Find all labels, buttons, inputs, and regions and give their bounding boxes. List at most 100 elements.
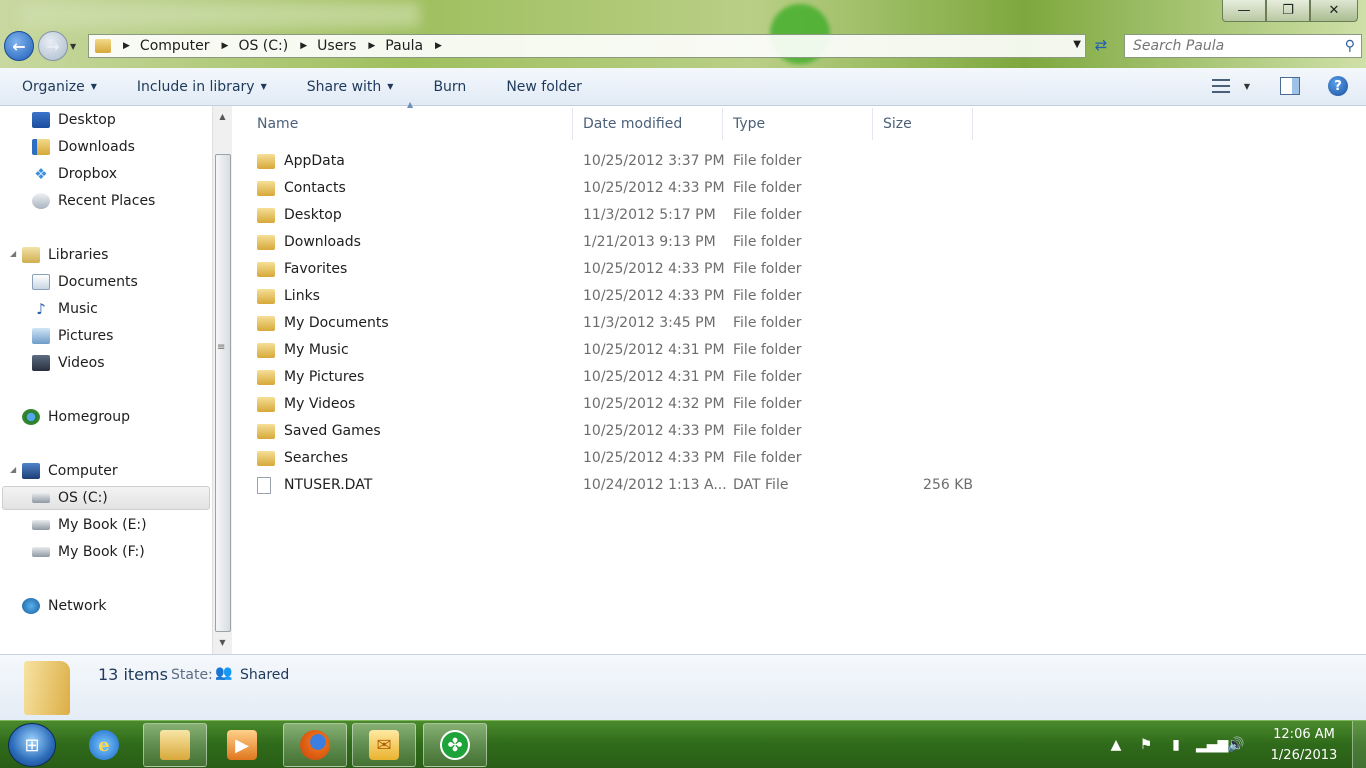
table-row[interactable]: My Videos 10/25/2012 4:32 PM File folder	[257, 391, 973, 417]
burn-button[interactable]: Burn	[411, 79, 484, 95]
file-name: Favorites	[284, 261, 348, 277]
back-button[interactable]: ←	[4, 31, 34, 61]
taskbar-windows-explorer[interactable]	[143, 723, 207, 767]
details-pane: 13 items State: 👥 Shared	[0, 654, 1366, 720]
table-row[interactable]: Desktop 11/3/2012 5:17 PM File folder	[257, 202, 973, 228]
navigation-pane: Desktop Downloads ❖ Dropbox Recent Places…	[0, 106, 232, 654]
folder-icon	[24, 661, 70, 715]
new-folder-button[interactable]: New folder	[484, 79, 600, 95]
start-button[interactable]: ⊞	[8, 723, 56, 767]
taskbar-outlook[interactable]: ✉	[352, 723, 416, 767]
search-input[interactable]	[1133, 38, 1333, 54]
column-header-type[interactable]: Type	[723, 108, 873, 140]
scroll-down-arrow-icon[interactable]: ▼	[213, 634, 232, 652]
file-list: Name ▲ Date modified Type Size AppData 10/…	[233, 100, 1366, 654]
file-type: File folder	[733, 423, 802, 439]
chevron-right-icon[interactable]: ▶	[368, 41, 375, 51]
table-row[interactable]: AppData 10/25/2012 3:37 PM File folder	[257, 148, 973, 174]
minimize-button[interactable]: —	[1222, 0, 1266, 22]
table-row[interactable]: Favorites 10/25/2012 4:33 PM File folder	[257, 256, 973, 282]
firefox-icon	[300, 730, 330, 760]
chevron-right-icon[interactable]: ▶	[435, 41, 442, 51]
taskbar-firefox[interactable]	[283, 723, 347, 767]
nav-item-my-book-e[interactable]: My Book (E:)	[32, 513, 147, 537]
taskbar-app[interactable]: ✤	[423, 723, 487, 767]
nav-label: Downloads	[58, 139, 135, 155]
scroll-up-arrow-icon[interactable]: ▲	[213, 108, 232, 126]
clock[interactable]: 12:06 AM 1/26/2013	[1256, 724, 1352, 766]
column-header-size[interactable]: Size	[873, 108, 973, 140]
nav-item-pictures[interactable]: Pictures	[32, 324, 113, 348]
window-controls: — ❐ ✕	[1222, 0, 1358, 22]
file-name: My Videos	[284, 396, 356, 412]
nav-label: Homegroup	[48, 409, 131, 425]
search-icon[interactable]: ⚲	[1345, 38, 1355, 54]
nav-item-libraries[interactable]: Libraries	[22, 243, 108, 267]
breadcrumb-users[interactable]: Users	[317, 38, 356, 54]
nav-item-desktop[interactable]: Desktop	[32, 108, 116, 132]
breadcrumb-computer[interactable]: Computer	[140, 38, 210, 54]
forward-arrow-icon: →	[46, 36, 60, 56]
breadcrumb-os-c[interactable]: OS (C:)	[238, 38, 288, 54]
taskbar-internet-explorer[interactable]: e	[72, 723, 136, 767]
table-row[interactable]: NTUSER.DAT 10/24/2012 1:13 A... DAT File 25…	[257, 472, 973, 498]
table-row[interactable]: My Documents 11/3/2012 3:45 PM File folder	[257, 310, 973, 336]
help-icon[interactable]: ?	[1328, 76, 1348, 96]
close-button[interactable]: ✕	[1310, 0, 1358, 22]
action-center-flag-icon[interactable]: ⚑	[1136, 737, 1156, 753]
nav-item-network[interactable]: Network	[22, 594, 106, 618]
file-name: Desktop	[284, 207, 342, 223]
table-row[interactable]: Downloads 1/21/2013 9:13 PM File folder	[257, 229, 973, 255]
search-box[interactable]: ⚲	[1124, 34, 1362, 58]
scrollbar-thumb[interactable]	[215, 154, 231, 632]
include-in-library-button[interactable]: Include in library ▼	[115, 79, 285, 95]
volume-icon[interactable]: 🔊	[1226, 737, 1246, 753]
network-signal-icon[interactable]: ▂▄▆	[1196, 737, 1228, 753]
breadcrumb-paula[interactable]: Paula	[385, 38, 423, 54]
taskbar-media-player[interactable]: ▶	[210, 723, 274, 767]
nav-item-dropbox[interactable]: ❖ Dropbox	[32, 162, 117, 186]
media-player-icon: ▶	[227, 730, 257, 760]
change-view-icon[interactable]	[1211, 79, 1230, 93]
show-hidden-icons-icon[interactable]: ▲	[1106, 737, 1126, 753]
chevron-right-icon[interactable]: ▶	[222, 41, 229, 51]
show-desktop-button[interactable]	[1352, 721, 1366, 768]
recent-pages-dropdown-icon[interactable]: ▼	[70, 42, 82, 51]
expand-libraries-icon[interactable]: ◢	[10, 249, 16, 258]
address-history-dropdown-icon[interactable]: ▼	[1073, 39, 1081, 50]
column-header-date[interactable]: Date modified	[573, 108, 723, 140]
maximize-button[interactable]: ❐	[1266, 0, 1310, 22]
address-bar[interactable]: ▶ Computer ▶ OS (C:) ▶ Users ▶ Paula ▶ ▼	[88, 34, 1086, 58]
refresh-button[interactable]: ⇄	[1090, 36, 1112, 56]
power-icon[interactable]: ▮	[1166, 737, 1186, 753]
table-row[interactable]: Saved Games 10/25/2012 4:33 PM File folder	[257, 418, 973, 444]
table-row[interactable]: My Pictures 10/25/2012 4:31 PM File folder	[257, 364, 973, 390]
nav-item-documents[interactable]: Documents	[32, 270, 138, 294]
music-folder-icon	[257, 342, 275, 358]
table-row[interactable]: My Music 10/25/2012 4:31 PM File folder	[257, 337, 973, 363]
view-options-dropdown-icon[interactable]: ▼	[1244, 82, 1250, 91]
nav-item-computer[interactable]: Computer	[22, 459, 118, 483]
share-with-button[interactable]: Share with ▼	[285, 79, 412, 95]
column-header-name[interactable]: Name ▲	[247, 100, 573, 140]
nav-item-recent-places[interactable]: Recent Places	[32, 189, 155, 213]
forward-button[interactable]: →	[38, 31, 68, 61]
nav-item-my-book-f[interactable]: My Book (F:)	[32, 540, 145, 564]
nav-item-music[interactable]: ♪ Music	[32, 297, 98, 321]
nav-item-videos[interactable]: Videos	[32, 351, 105, 375]
file-date: 10/24/2012 1:13 A...	[583, 477, 727, 493]
chevron-right-icon[interactable]: ▶	[300, 41, 307, 51]
table-row[interactable]: Searches 10/25/2012 4:33 PM File folder	[257, 445, 973, 471]
nav-pane-scrollbar[interactable]: ▲ ≡ ▼	[212, 106, 232, 654]
table-row[interactable]: Links 10/25/2012 4:33 PM File folder	[257, 283, 973, 309]
back-arrow-icon: ←	[12, 36, 26, 56]
table-row[interactable]: Contacts 10/25/2012 4:33 PM File folder	[257, 175, 973, 201]
nav-item-downloads[interactable]: Downloads	[32, 135, 135, 159]
chevron-right-icon[interactable]: ▶	[123, 41, 130, 51]
preview-pane-icon[interactable]	[1280, 77, 1300, 95]
organize-button[interactable]: Organize ▼	[0, 79, 115, 95]
nav-item-homegroup[interactable]: Homegroup	[22, 405, 130, 429]
expand-computer-icon[interactable]: ◢	[10, 465, 16, 474]
file-name: AppData	[284, 153, 345, 169]
nav-item-os-c[interactable]: OS (C:)	[2, 486, 210, 510]
